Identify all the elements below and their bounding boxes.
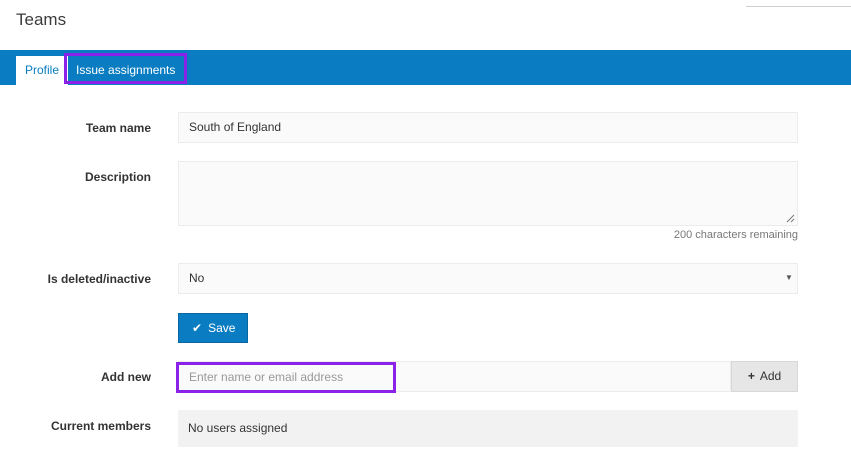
team-name-input[interactable]: South of England bbox=[178, 112, 798, 143]
current-members-label: Current members bbox=[50, 419, 151, 433]
save-button-label: Save bbox=[208, 321, 236, 335]
team-name-label: Team name bbox=[85, 121, 151, 135]
tab-bar: Profile Issue assignments bbox=[0, 50, 851, 85]
save-button[interactable]: ✔ Save bbox=[178, 313, 248, 343]
resize-handle-icon[interactable] bbox=[786, 214, 795, 223]
deleted-label: Is deleted/inactive bbox=[47, 272, 151, 286]
description-label: Description bbox=[84, 170, 151, 184]
add-new-label: Add new bbox=[101, 370, 151, 384]
deleted-select[interactable]: No bbox=[178, 263, 798, 294]
current-members-list: No users assigned bbox=[178, 410, 798, 447]
page-title: Teams bbox=[16, 10, 67, 29]
top-divider bbox=[746, 6, 851, 7]
tab-profile[interactable]: Profile bbox=[16, 56, 69, 85]
check-icon: ✔ bbox=[192, 321, 203, 335]
add-member-button[interactable]: + Add bbox=[731, 361, 798, 392]
description-textarea[interactable] bbox=[178, 161, 798, 226]
plus-icon: + bbox=[747, 369, 755, 383]
tab-issue-assignments[interactable]: Issue assignments bbox=[64, 53, 188, 84]
add-button-label: Add bbox=[759, 369, 782, 383]
add-new-input[interactable]: Enter name or email address bbox=[176, 362, 396, 393]
characters-remaining: 200 characters remaining bbox=[673, 229, 798, 241]
caret-down-icon: ▼ bbox=[785, 273, 793, 282]
